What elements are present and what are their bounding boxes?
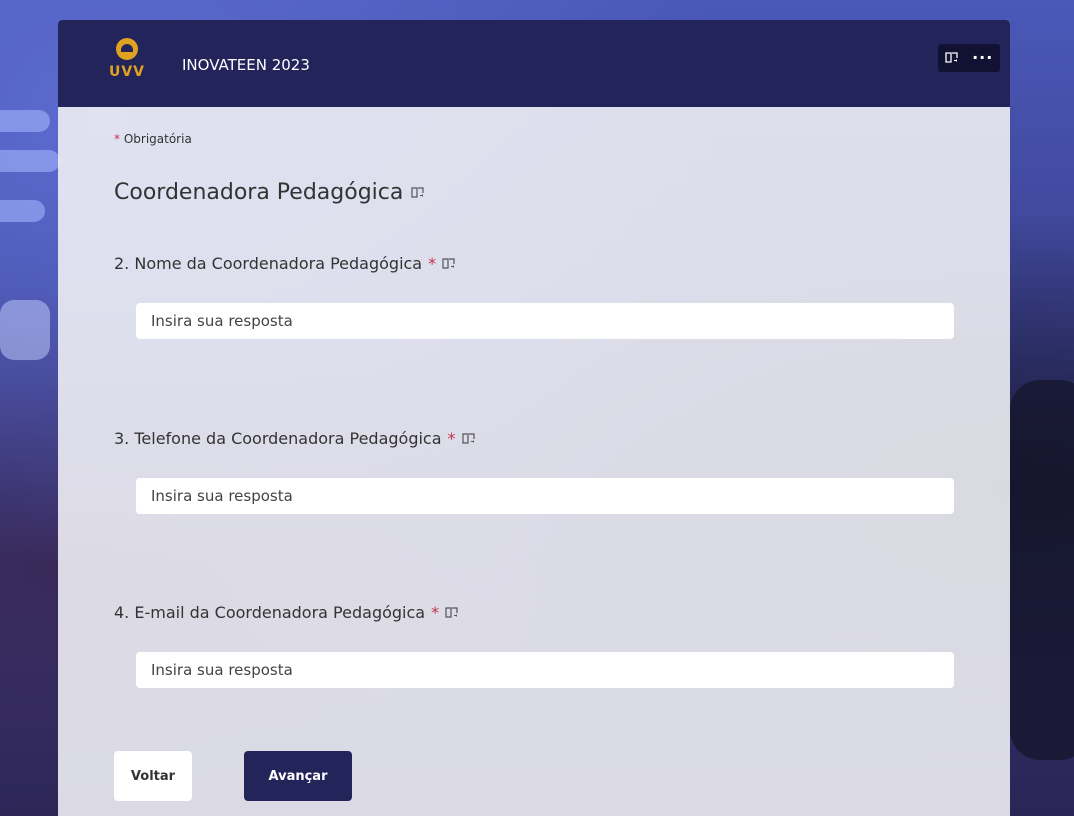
question-3-label: 3. Telefone da Coordenadora Pedagógica * <box>114 429 476 448</box>
coordinator-email-input[interactable] <box>136 652 954 688</box>
immersive-reader-icon[interactable] <box>945 52 959 64</box>
required-star: * <box>428 254 437 273</box>
more-options-icon[interactable]: ··· <box>972 50 993 66</box>
question-2-label: 2. Nome da Coordenadora Pedagógica * <box>114 254 456 273</box>
header-actions: ··· <box>938 44 1000 72</box>
immersive-reader-icon[interactable] <box>461 432 476 445</box>
coordinator-phone-input[interactable] <box>136 478 954 514</box>
coordinator-name-input[interactable] <box>136 303 954 339</box>
back-button[interactable]: Voltar <box>114 751 192 801</box>
required-note: * Obrigatória <box>114 132 192 146</box>
required-label: Obrigatória <box>123 132 192 146</box>
logo-mark <box>116 38 138 60</box>
next-button[interactable]: Avançar <box>244 751 352 801</box>
section-title-text: Coordenadora Pedagógica <box>114 180 404 205</box>
form-card: UVV INOVATEEN 2023 ··· * Obrigatória Coo… <box>58 20 1010 816</box>
immersive-reader-icon[interactable] <box>442 257 456 270</box>
form-header: UVV INOVATEEN 2023 ··· <box>58 20 1010 107</box>
question-text: 4. E-mail da Coordenadora Pedagógica <box>114 603 426 622</box>
uvv-logo: UVV <box>108 38 146 90</box>
question-text: 3. Telefone da Coordenadora Pedagógica <box>114 429 442 448</box>
immersive-reader-icon[interactable] <box>445 606 459 619</box>
question-text: 2. Nome da Coordenadora Pedagógica <box>114 254 423 273</box>
required-star: * <box>431 603 440 622</box>
question-4-label: 4. E-mail da Coordenadora Pedagógica * <box>114 603 459 622</box>
section-title: Coordenadora Pedagógica <box>114 180 425 205</box>
logo-text: UVV <box>108 64 146 80</box>
required-star: * <box>447 429 456 448</box>
immersive-reader-icon[interactable] <box>411 186 425 199</box>
form-title: INOVATEEN 2023 <box>182 56 310 74</box>
required-star: * <box>114 132 120 146</box>
